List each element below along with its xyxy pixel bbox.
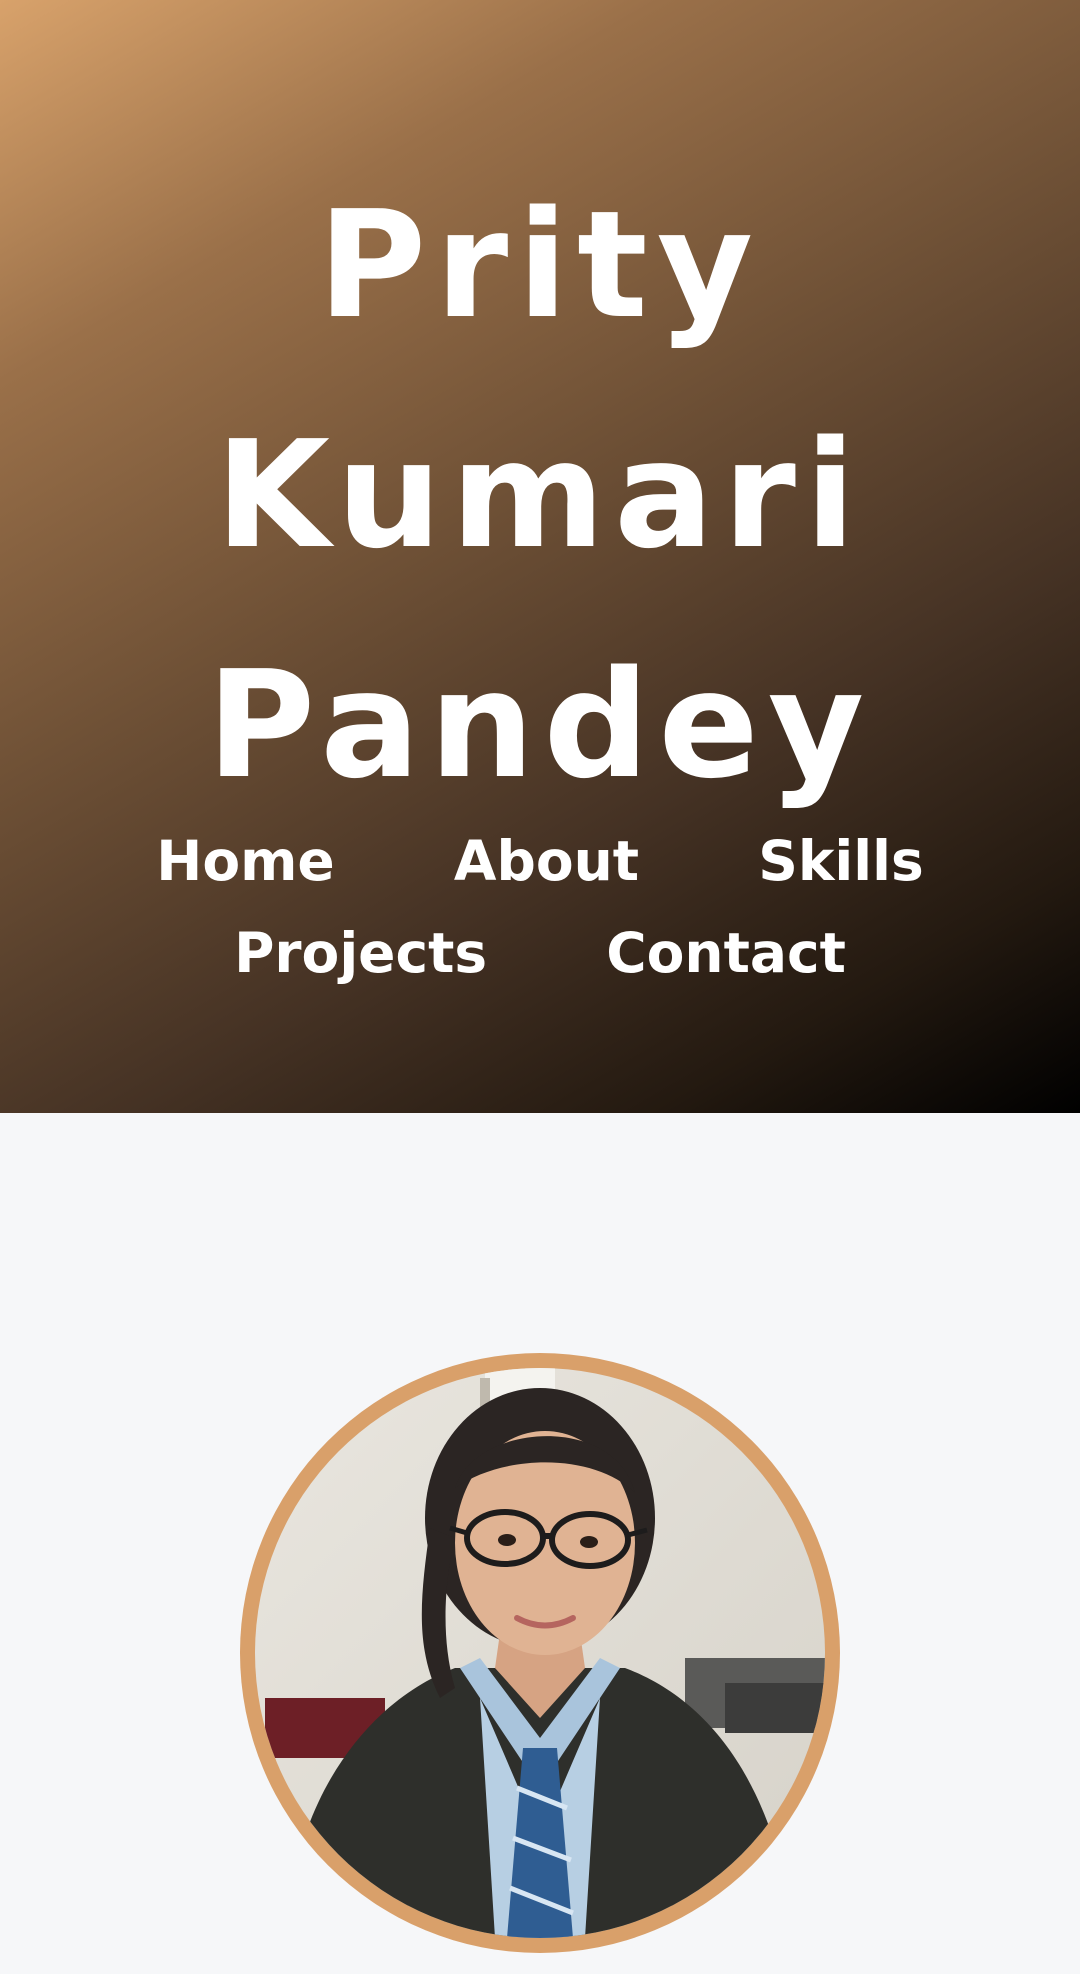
profile-photo-icon (255, 1368, 825, 1938)
profile-photo-frame (240, 1353, 840, 1953)
nav-link-contact[interactable]: Contact (606, 907, 846, 999)
nav-row-2: Projects Contact (0, 907, 1080, 999)
title-line-first: Prity (317, 179, 763, 351)
nav-link-skills[interactable]: Skills (758, 815, 923, 907)
nav-link-about[interactable]: About (454, 815, 639, 907)
title-line-middle: Kumari (215, 409, 865, 581)
site-title: Prity Kumari Pandey (0, 150, 1080, 840)
nav-row-1: Home About Skills (0, 815, 1080, 907)
nav-link-projects[interactable]: Projects (234, 907, 487, 999)
nav-link-home[interactable]: Home (156, 815, 334, 907)
title-line-last: Pandey (206, 639, 874, 811)
hero-header: Prity Kumari Pandey Home About Skills Pr… (0, 0, 1080, 1113)
main-nav: Home About Skills Projects Contact (0, 815, 1080, 999)
